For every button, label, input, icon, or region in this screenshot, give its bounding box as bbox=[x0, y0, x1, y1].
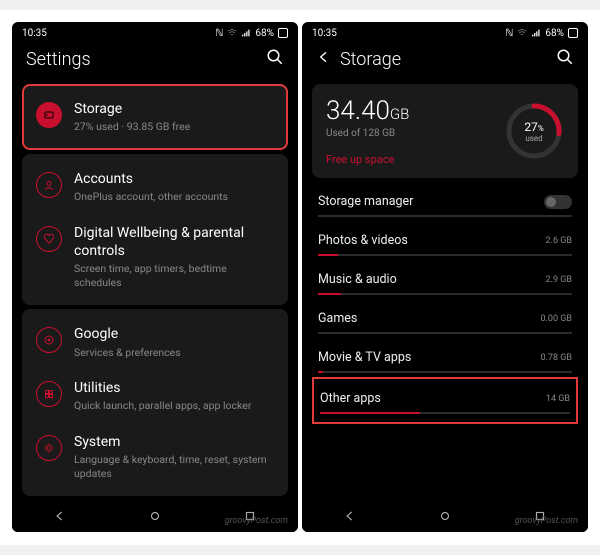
category-other-highlight: Other apps 14 GB bbox=[312, 377, 578, 424]
nav-recent-icon[interactable] bbox=[243, 508, 257, 527]
row-value: 2.9 GB bbox=[546, 275, 572, 285]
divider bbox=[318, 215, 572, 217]
wifi-icon bbox=[517, 28, 527, 38]
page-title: Storage bbox=[340, 49, 401, 70]
nfc-icon: ℕ bbox=[215, 28, 223, 39]
usage-bar bbox=[320, 412, 570, 414]
settings-card-accounts: Accounts OnePlus account, other accounts… bbox=[22, 154, 288, 305]
page-title: Settings bbox=[26, 49, 91, 70]
row-value: 0.78 GB bbox=[540, 353, 572, 363]
signal-icon bbox=[241, 28, 251, 38]
back-icon[interactable] bbox=[316, 49, 332, 69]
accounts-icon bbox=[36, 172, 62, 198]
status-bar: 10:35 ℕ 68% bbox=[302, 22, 588, 44]
usage-bar bbox=[318, 332, 572, 334]
settings-card-system: Google Services & preferences Utilities … bbox=[22, 309, 288, 496]
header: Storage bbox=[302, 44, 588, 80]
usage-bar bbox=[318, 254, 572, 256]
status-time: 10:35 bbox=[22, 28, 47, 39]
battery-text: 68% bbox=[255, 28, 274, 39]
row-subtitle: Quick launch, parallel apps, app locker bbox=[74, 399, 274, 413]
status-time: 10:35 bbox=[312, 28, 337, 39]
storage-icon bbox=[36, 102, 62, 128]
row-subtitle: Screen time, app timers, bedtime schedul… bbox=[74, 262, 274, 289]
nav-back-icon[interactable] bbox=[343, 508, 357, 527]
category-movie[interactable]: Movie & TV apps 0.78 GB bbox=[302, 338, 588, 367]
storage-usage-card: 34.40GB Used of 128 GB Free up space 27%… bbox=[312, 84, 578, 178]
google-icon bbox=[36, 327, 62, 353]
storage-ring-chart: 27% used bbox=[504, 101, 564, 161]
nfc-icon: ℕ bbox=[505, 28, 513, 39]
row-value: 0.00 GB bbox=[540, 314, 572, 324]
signal-icon bbox=[531, 28, 541, 38]
row-subtitle: Services & preferences bbox=[74, 346, 274, 360]
nav-bar bbox=[12, 502, 298, 532]
usage-bar bbox=[318, 371, 572, 373]
category-other[interactable]: Other apps 14 GB bbox=[314, 379, 576, 408]
settings-row-wellbeing[interactable]: Digital Wellbeing & parental controls Sc… bbox=[26, 214, 284, 300]
nav-back-icon[interactable] bbox=[53, 508, 67, 527]
category-photos[interactable]: Photos & videos 2.6 GB bbox=[302, 221, 588, 250]
row-label: Music & audio bbox=[318, 272, 397, 287]
category-games[interactable]: Games 0.00 GB bbox=[302, 299, 588, 328]
status-icons: ℕ 68% bbox=[215, 28, 288, 39]
storage-manager-toggle[interactable] bbox=[544, 195, 572, 209]
system-icon bbox=[36, 435, 62, 461]
row-label: Other apps bbox=[320, 391, 381, 406]
search-icon[interactable] bbox=[556, 48, 574, 70]
usage-bar bbox=[318, 293, 572, 295]
row-label: Storage bbox=[74, 100, 274, 118]
search-icon[interactable] bbox=[266, 48, 284, 70]
status-bar: 10:35 ℕ 68% bbox=[12, 22, 298, 44]
header: Settings bbox=[12, 44, 298, 80]
nav-home-icon[interactable] bbox=[148, 508, 162, 527]
row-label: Storage manager bbox=[318, 194, 413, 209]
settings-row-utilities[interactable]: Utilities Quick launch, parallel apps, a… bbox=[26, 369, 284, 423]
wifi-icon bbox=[227, 28, 237, 38]
row-label: Digital Wellbeing & parental controls bbox=[74, 224, 274, 260]
settings-row-google[interactable]: Google Services & preferences bbox=[26, 315, 284, 369]
row-subtitle: 27% used · 93.85 GB free bbox=[74, 120, 274, 134]
category-music[interactable]: Music & audio 2.9 GB bbox=[302, 260, 588, 289]
camera-cutout-icon bbox=[568, 28, 578, 38]
row-label: Accounts bbox=[74, 170, 274, 188]
row-label: Google bbox=[74, 325, 274, 343]
row-label: Photos & videos bbox=[318, 233, 408, 248]
nav-recent-icon[interactable] bbox=[533, 508, 547, 527]
phone-storage: 10:35 ℕ 68% Storage 34.40GB Used of 128 … bbox=[302, 22, 588, 532]
row-label: Utilities bbox=[74, 379, 274, 397]
camera-cutout-icon bbox=[278, 28, 288, 38]
storage-used-value: 34.40GB bbox=[326, 96, 494, 126]
phone-settings: 10:35 ℕ 68% Settings Storage 27% used · … bbox=[12, 22, 298, 532]
wellbeing-icon bbox=[36, 226, 62, 252]
battery-text: 68% bbox=[545, 28, 564, 39]
nav-bar bbox=[302, 502, 588, 532]
row-label: System bbox=[74, 433, 274, 451]
row-value: 2.6 GB bbox=[546, 236, 572, 246]
row-label: Games bbox=[318, 311, 357, 326]
storage-total: Used of 128 GB bbox=[326, 128, 494, 139]
row-subtitle: Language & keyboard, time, reset, system… bbox=[74, 453, 274, 480]
settings-row-accounts[interactable]: Accounts OnePlus account, other accounts bbox=[26, 160, 284, 214]
row-value: 14 GB bbox=[546, 394, 570, 404]
status-icons: ℕ 68% bbox=[505, 28, 578, 39]
row-subtitle: OnePlus account, other accounts bbox=[74, 190, 274, 204]
settings-card-storage[interactable]: Storage 27% used · 93.85 GB free bbox=[22, 84, 288, 150]
settings-row-system[interactable]: System Language & keyboard, time, reset,… bbox=[26, 423, 284, 490]
row-label: Movie & TV apps bbox=[318, 350, 411, 365]
utilities-icon bbox=[36, 381, 62, 407]
storage-manager-row[interactable]: Storage manager bbox=[302, 182, 588, 211]
nav-home-icon[interactable] bbox=[438, 508, 452, 527]
free-up-space-link[interactable]: Free up space bbox=[326, 153, 494, 166]
